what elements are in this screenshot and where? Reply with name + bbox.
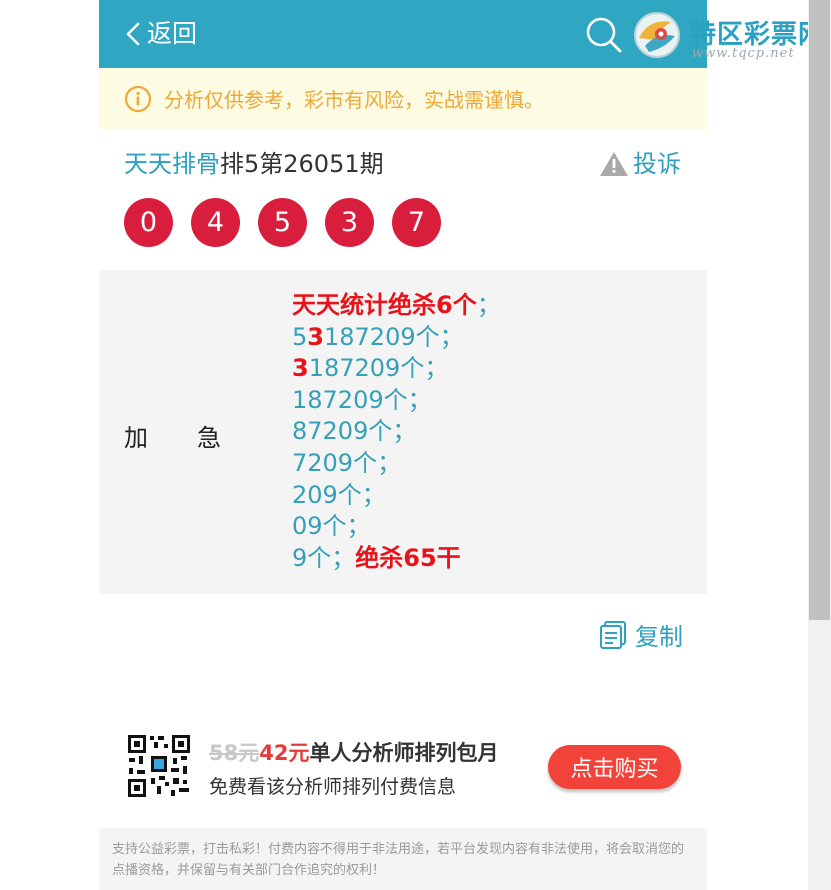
number-ball: 5 <box>258 198 307 247</box>
analysis-line: 209个； <box>292 480 386 509</box>
buy-button[interactable]: 点击购买 <box>548 745 681 789</box>
warning-icon <box>600 152 628 176</box>
complain-button[interactable]: 投诉 <box>599 146 681 182</box>
panel-label-left: 加 <box>124 424 148 452</box>
back-button[interactable]: 返回 <box>125 18 197 50</box>
analysis-lines: 天天统计绝杀6个； 53187209个； 3187209个； 187209个； … <box>292 290 501 574</box>
plan-name[interactable]: 天天排骨 <box>124 150 220 178</box>
analysis-panel: 加 急 天天统计绝杀6个； 53187209个； 3187209个； 18720… <box>99 270 707 594</box>
info-icon <box>124 85 152 112</box>
new-price: 42元 <box>259 741 310 765</box>
logo-icon <box>634 12 680 58</box>
analysis-line: 9个；绝杀65干 <box>292 543 461 572</box>
old-price: 58元 <box>209 741 260 765</box>
back-label: 返回 <box>147 19 198 48</box>
number-ball: 0 <box>124 198 173 247</box>
number-ball: 4 <box>191 198 240 247</box>
copy-icon <box>600 620 626 649</box>
number-ball: 7 <box>392 198 441 247</box>
page-column: 返回 分析仅供参考，彩市有风险，实战需谨慎。 天天排骨排5第26051期 投诉 … <box>99 0 707 890</box>
scrollbar-thumb[interactable] <box>809 0 830 620</box>
risk-notice: 分析仅供参考，彩市有风险，实战需谨慎。 <box>99 68 707 129</box>
promo-subtitle: 免费看该分析师排列付费信息 <box>209 776 457 798</box>
analysis-line: 187209个； <box>292 385 432 414</box>
analysis-line: 53187209个； <box>292 322 464 351</box>
analysis-line: 7209个； <box>292 448 402 477</box>
copy-label: 复制 <box>635 623 683 651</box>
promo-title: 58元42元单人分析师排列包月 <box>209 737 498 767</box>
analysis-line: 3187209个； <box>292 354 449 383</box>
search-icon[interactable] <box>585 16 623 54</box>
issue-label: 排5第26051期 <box>220 150 384 178</box>
scrollbar[interactable] <box>808 0 831 890</box>
analysis-line: 天天统计绝杀6个； <box>292 291 501 319</box>
notice-text: 分析仅供参考，彩市有风险，实战需谨慎。 <box>164 88 544 112</box>
analysis-line: 87209个； <box>292 417 417 446</box>
plan-title: 天天排骨排5第26051期 <box>124 146 384 182</box>
promo-plan-name: 单人分析师排列包月 <box>309 741 499 765</box>
panel-label-right: 急 <box>197 424 221 452</box>
qr-code-icon <box>127 734 191 798</box>
footer-disclaimer: 支持公益彩票，打击私彩！付费内容不得用于非法用途，若平台发现内容有非法使用，将会… <box>99 828 707 890</box>
copy-button[interactable]: 复制 <box>599 617 683 652</box>
top-bar: 返回 <box>99 0 707 68</box>
complain-label: 投诉 <box>633 150 681 178</box>
analysis-line: 09个； <box>292 512 371 541</box>
chevron-left-icon <box>126 22 140 46</box>
brand-url: www.tqcp.net <box>692 46 795 61</box>
number-ball: 3 <box>325 198 374 247</box>
number-balls: 0 4 5 3 7 <box>124 198 441 247</box>
